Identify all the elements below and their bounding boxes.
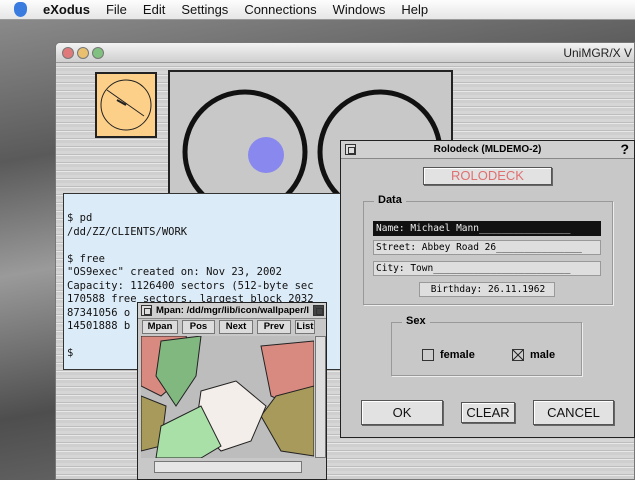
left-eye [182, 89, 308, 204]
rolodeck-dialog: Rolodeck (MLDEMO-2) ? ROLODECK Data Name… [340, 140, 635, 438]
mpan-window: Mpan: /dd/mgr/lib/icon/wallpaper/l Mpan … [137, 302, 327, 480]
menu-file[interactable]: File [106, 2, 127, 17]
sex-legend: Sex [402, 315, 430, 327]
city-field[interactable]: City: Town________________________ [373, 261, 601, 276]
terminal-line: /dd/ZZ/CLIENTS/WORK [67, 225, 188, 238]
dialog-title: Rolodeck (MLDEMO-2) [433, 144, 542, 155]
next-button[interactable]: Next [219, 320, 253, 334]
horizontal-scrollbar[interactable] [154, 461, 302, 473]
left-pupil [248, 137, 284, 173]
wallpaper-image [141, 336, 314, 458]
female-checkbox[interactable]: female [422, 349, 475, 362]
terminal-line: Capacity: 1126400 sectors (512-byte sec [67, 279, 314, 292]
female-label: female [440, 349, 475, 361]
terminal-line: $ pd [67, 212, 93, 224]
clock-widget [95, 72, 157, 138]
zoom-button[interactable] [92, 47, 104, 59]
menu-settings[interactable]: Settings [181, 2, 228, 17]
name-field[interactable]: Name: Michael Mann________________ [373, 221, 601, 236]
apple-menu-icon[interactable] [14, 2, 27, 17]
clock-face-icon [100, 79, 152, 131]
birthday-field[interactable]: Birthday: 26.11.1962 [419, 282, 555, 297]
mpan-title: Mpan: /dd/mgr/lib/icon/wallpaper/l [156, 305, 310, 316]
menu-edit[interactable]: Edit [143, 2, 165, 17]
ok-button[interactable]: OK [361, 400, 443, 425]
male-label: male [530, 349, 556, 361]
window-menu-icon[interactable] [141, 305, 152, 316]
minimize-button[interactable] [77, 47, 89, 59]
terminal-line: "OS9exec" created on: Nov 23, 2002 [67, 266, 282, 278]
rolodeck-banner: ROLODECK [423, 167, 552, 185]
vertical-scrollbar[interactable] [315, 336, 326, 458]
checkbox-icon [422, 349, 434, 362]
window-title: UniMGR/X V [563, 46, 632, 60]
menu-connections[interactable]: Connections [244, 2, 316, 17]
menu-windows[interactable]: Windows [333, 2, 386, 17]
close-button[interactable] [62, 47, 74, 59]
prev-button[interactable]: Prev [257, 320, 291, 334]
menu-help[interactable]: Help [401, 2, 428, 17]
sex-group: Sex female male [391, 315, 582, 376]
terminal-line: $ free [67, 252, 105, 265]
help-icon[interactable]: ? [620, 141, 629, 158]
pos-button[interactable]: Pos [182, 320, 215, 334]
data-legend: Data [374, 194, 406, 206]
checked-checkbox-icon [512, 349, 524, 362]
menu-app[interactable]: eXodus [43, 2, 90, 17]
mpan-button[interactable]: Mpan [142, 320, 178, 334]
street-field[interactable]: Street: Abbey Road 26_______________ [373, 240, 601, 255]
list-button[interactable]: List [295, 320, 315, 334]
maximize-icon[interactable] [313, 305, 324, 316]
cancel-button[interactable]: CANCEL [533, 400, 614, 425]
window-menu-icon[interactable] [345, 144, 356, 155]
menu-bar: eXodus File Edit Settings Connections Wi… [0, 0, 635, 20]
clear-button[interactable]: CLEAR [461, 402, 515, 423]
male-checkbox[interactable]: male [512, 349, 556, 362]
window-titlebar[interactable]: UniMGR/X V [56, 43, 634, 63]
